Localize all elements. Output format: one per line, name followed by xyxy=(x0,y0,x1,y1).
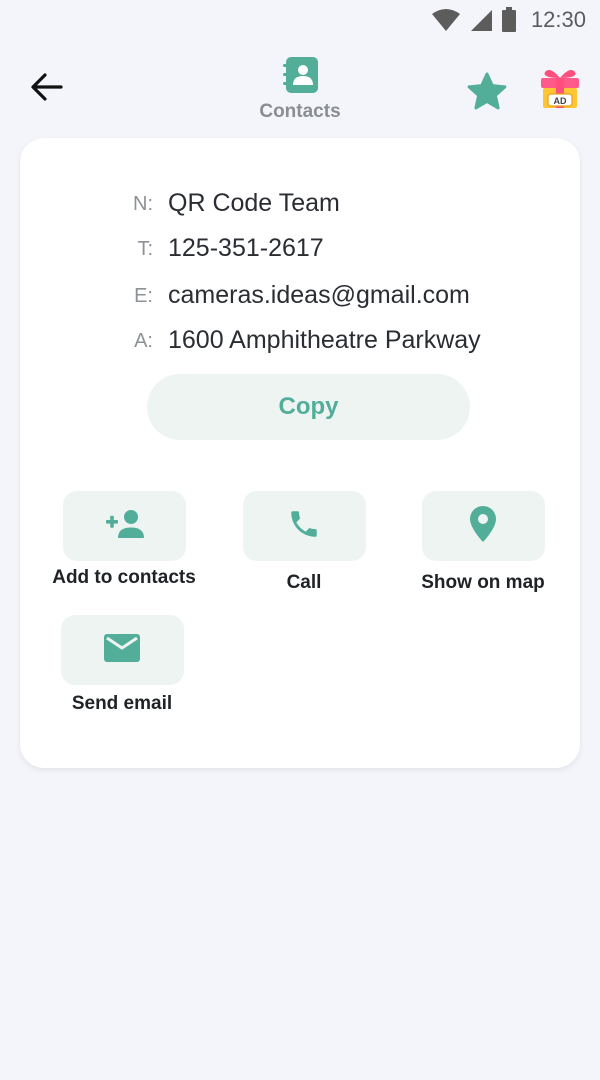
action-tile[interactable] xyxy=(62,491,186,561)
action-label: Call xyxy=(286,572,322,593)
contact-field-name: N: QR Code Team xyxy=(20,185,580,225)
contact-field-address: A: 1600 Amphitheatre Parkway xyxy=(20,322,580,362)
arrow-left-icon xyxy=(30,72,64,107)
field-label: A: xyxy=(134,330,153,352)
action-tile[interactable] xyxy=(242,491,366,561)
field-label: E: xyxy=(134,285,153,307)
favorite-button[interactable] xyxy=(466,71,508,113)
field-value: 1600 Amphitheatre Parkway xyxy=(168,326,481,354)
show-on-map-button[interactable]: Show on map xyxy=(393,491,573,594)
add-to-contacts-button[interactable]: Add to contacts xyxy=(34,491,214,589)
action-tile[interactable] xyxy=(421,491,545,561)
field-value: cameras.ideas@gmail.com xyxy=(168,281,470,309)
wifi-icon xyxy=(431,8,461,32)
send-email-button[interactable]: Send email xyxy=(32,615,212,715)
contact-field-email: E: cameras.ideas@gmail.com xyxy=(20,277,580,317)
add-person-icon xyxy=(104,508,144,545)
action-label: Send email xyxy=(71,693,173,714)
contact-field-phone: T: 125-351-2617 xyxy=(20,230,580,270)
cell-signal-icon xyxy=(469,8,493,32)
map-pin-icon xyxy=(469,505,497,548)
status-time: 12:30 xyxy=(530,7,586,32)
call-button[interactable]: Call xyxy=(214,491,394,594)
field-label: N: xyxy=(133,193,153,215)
email-icon xyxy=(103,633,141,668)
action-label: Add to contacts xyxy=(52,567,196,588)
field-value: 125-351-2617 xyxy=(168,234,324,262)
gift-ad-icon: AD xyxy=(538,70,582,116)
ad-badge: AD xyxy=(554,96,567,106)
contacts-book-icon xyxy=(280,55,320,95)
page-title: Contacts xyxy=(259,101,341,122)
top-bar: Contacts AD xyxy=(0,50,600,130)
field-value: QR Code Team xyxy=(168,189,340,217)
contact-card: N: QR Code Team T: 125-351-2617 E: camer… xyxy=(20,138,580,768)
battery-icon xyxy=(501,7,517,33)
phone-icon xyxy=(287,507,321,546)
copy-button[interactable]: Copy xyxy=(147,374,470,440)
page-title-group: Contacts xyxy=(200,55,400,123)
action-tile[interactable] xyxy=(60,615,184,685)
field-label: T: xyxy=(137,238,153,260)
status-bar: 12:30 xyxy=(0,0,600,40)
star-icon xyxy=(466,72,508,117)
back-button[interactable] xyxy=(24,68,70,110)
ad-gift-button[interactable]: AD xyxy=(538,66,582,112)
action-label: Show on map xyxy=(421,572,545,593)
